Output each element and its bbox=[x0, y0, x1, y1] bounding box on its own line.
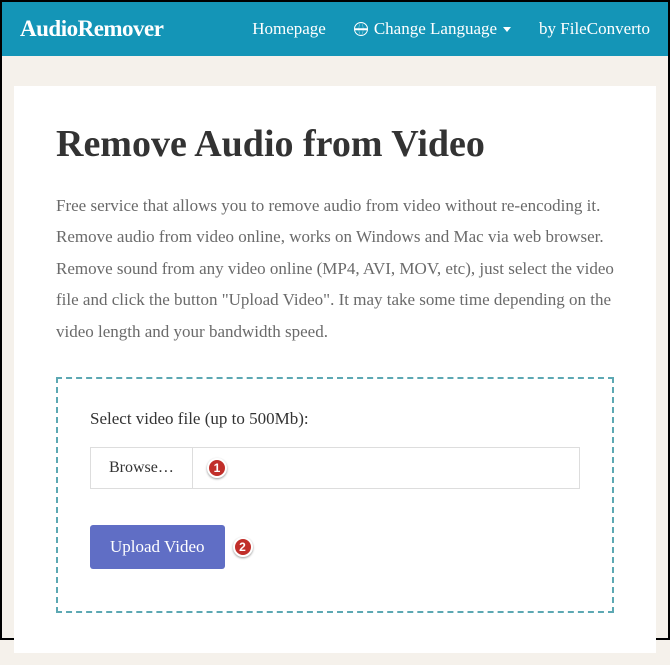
nav-homepage[interactable]: Homepage bbox=[252, 19, 326, 39]
brand-logo[interactable]: AudioRemover bbox=[20, 16, 163, 42]
upload-video-button[interactable]: Upload Video bbox=[90, 525, 225, 569]
upload-zone: Select video file (up to 500Mb): Browse…… bbox=[56, 377, 614, 613]
nav-items: Homepage Change Language by FileConverto bbox=[252, 19, 650, 39]
chevron-down-icon bbox=[503, 27, 511, 32]
nav-by-converto[interactable]: by FileConverto bbox=[539, 19, 650, 39]
select-file-label: Select video file (up to 500Mb): bbox=[90, 409, 580, 429]
content-card: Remove Audio from Video Free service tha… bbox=[14, 86, 656, 653]
annotation-badge-1: 1 bbox=[207, 458, 227, 478]
page-body: Remove Audio from Video Free service tha… bbox=[2, 56, 668, 665]
navbar: AudioRemover Homepage Change Language by… bbox=[2, 2, 668, 56]
nav-converto-label: by FileConverto bbox=[539, 19, 650, 39]
page-description: Free service that allows you to remove a… bbox=[56, 190, 614, 347]
page-title: Remove Audio from Video bbox=[56, 122, 614, 166]
browse-button[interactable]: Browse… bbox=[91, 448, 193, 488]
file-name-display[interactable] bbox=[193, 448, 579, 488]
nav-homepage-label: Homepage bbox=[252, 19, 326, 39]
nav-change-language[interactable]: Change Language bbox=[354, 19, 511, 39]
file-input-row: Browse… 1 bbox=[90, 447, 580, 489]
annotation-badge-2: 2 bbox=[233, 537, 253, 557]
nav-language-label: Change Language bbox=[374, 19, 497, 39]
globe-icon bbox=[354, 22, 368, 36]
upload-button-wrap: Upload Video 2 bbox=[90, 525, 225, 569]
